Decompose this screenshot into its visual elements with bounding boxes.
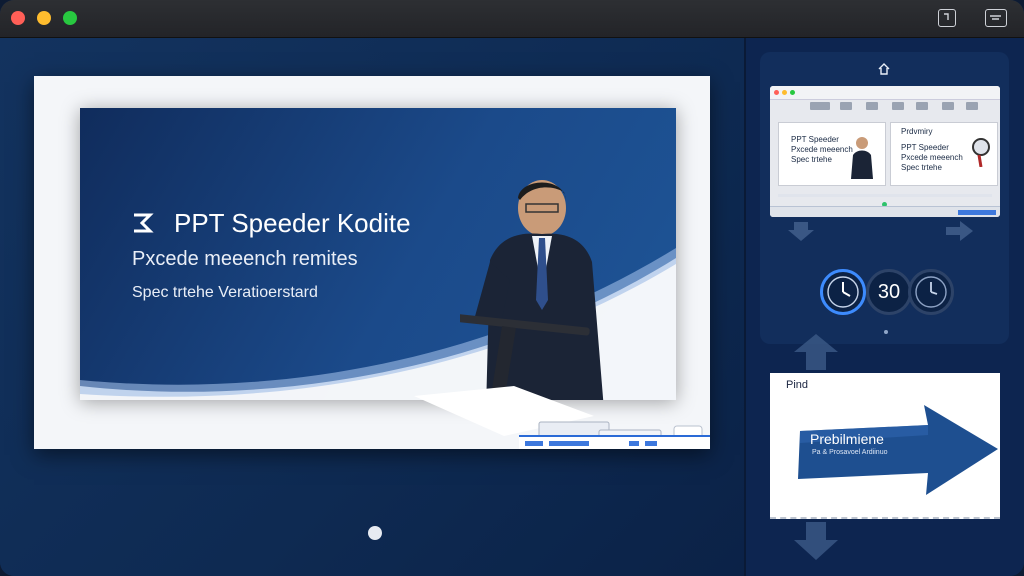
minimize-window-button[interactable] — [37, 11, 51, 25]
slide-tagline: Spec trtehe Veratioerstard — [132, 284, 318, 301]
panel-page-dot — [884, 330, 888, 334]
thumbnail-right-text: Pxcede meeench — [901, 153, 963, 162]
slide-subtitle: Pxcede meeench remites — [132, 248, 358, 270]
thumbnail-slide-left[interactable]: PPT Speeder Pxcede meeench Spec trtehe — [778, 122, 886, 186]
thumbnail-tool — [942, 102, 954, 110]
slide-status-bar — [519, 435, 710, 449]
thumbnail-tool — [810, 102, 830, 110]
thumbnail-left-text: PPT Speeder — [791, 135, 839, 144]
rotate-icon[interactable] — [938, 9, 956, 27]
thumbnail-right-text: Spec trtehe — [901, 163, 942, 172]
elapsed-timer[interactable] — [908, 269, 954, 315]
countdown-value: 30 — [877, 281, 901, 303]
preview-label: Pind — [786, 379, 809, 391]
slide-pager-dot[interactable] — [368, 526, 382, 540]
close-window-button[interactable] — [11, 11, 25, 25]
thumbnail-tool — [916, 102, 928, 110]
thumbnail-magnifier-icon — [972, 138, 990, 167]
preview-subtitle: Pa & Prosavoel Ardiinuo — [812, 449, 888, 456]
presentation-thumbnail[interactable]: PPT Speeder Pxcede meeench Spec trtehe P… — [770, 86, 1000, 217]
arrow-right-icon[interactable] — [944, 220, 974, 242]
thumbnail-right-text: PPT Speeder — [901, 143, 949, 152]
status-segment — [645, 441, 657, 446]
thumbnail-right-label: Prdvmiry — [901, 127, 933, 136]
thumbnail-presenter-image — [851, 137, 873, 179]
thumbnail-progress — [958, 210, 996, 215]
status-segment — [549, 441, 589, 446]
title-bar — [0, 0, 1024, 38]
thumbnail-toolbar — [770, 86, 1000, 100]
countdown-timer[interactable]: 30 — [866, 269, 912, 315]
thumbnail-left-text: Pxcede meeench — [791, 145, 853, 154]
arrow-down-icon[interactable] — [792, 520, 840, 562]
next-slide-preview[interactable]: Pind Prebilmiene Pa & Prosavoel Ardiinuo — [770, 373, 1000, 519]
thumbnail-tool — [892, 102, 904, 110]
status-segment — [525, 441, 543, 446]
slide-title: PPT Speeder Kodite — [174, 208, 411, 238]
logo-icon — [134, 213, 154, 233]
arrow-down-left-icon[interactable] — [786, 220, 816, 242]
thumbnail-tool — [966, 102, 978, 110]
arrow-up-icon[interactable] — [792, 332, 840, 372]
thumbnail-zoom-dot — [790, 90, 795, 95]
presenter-image — [460, 180, 604, 400]
keyboard-icon[interactable] — [985, 9, 1007, 27]
thumbnail-slide-right[interactable]: Prdvmiry PPT Speeder Pxcede meeench Spec… — [890, 122, 998, 186]
thumbnail-minimize-dot — [782, 90, 787, 95]
thumbnail-close-dot — [774, 90, 779, 95]
thumbnail-tool — [866, 102, 878, 110]
home-icon[interactable] — [877, 62, 891, 76]
status-segment — [629, 441, 639, 446]
thumbnail-left-text: Spec trtehe — [791, 155, 832, 164]
clock-icon — [827, 276, 859, 308]
slide-content: PPT Speeder Kodite Pxcede meeench remite… — [80, 108, 676, 400]
clock-icon — [915, 276, 947, 308]
stopwatch-timer[interactable] — [820, 269, 866, 315]
thumbnail-tool — [840, 102, 852, 110]
thumbnail-divider — [778, 194, 992, 197]
preview-title: Prebilmiene — [810, 431, 884, 447]
app-window: PPT Speeder Kodite Pxcede meeench remite… — [0, 0, 1024, 576]
current-slide[interactable]: PPT Speeder Kodite Pxcede meeench remite… — [34, 76, 710, 449]
zoom-window-button[interactable] — [63, 11, 77, 25]
